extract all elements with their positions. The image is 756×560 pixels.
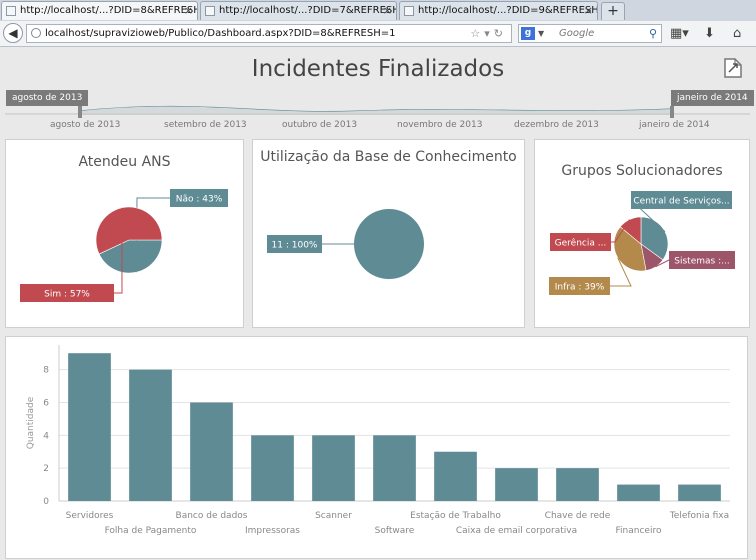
- download-icon[interactable]: ⬇: [704, 24, 715, 43]
- bar[interactable]: [373, 435, 416, 501]
- month-label: novembro de 2013: [397, 120, 483, 130]
- bar[interactable]: [190, 402, 233, 501]
- data-label: Central de Serviços...: [633, 197, 729, 207]
- panel-atendeu-ans: Atendeu ANS Não : 43% Sim : 57%: [5, 139, 244, 328]
- back-arrow-icon: ◀: [8, 26, 18, 40]
- bar[interactable]: [251, 435, 294, 501]
- bar[interactable]: [678, 484, 721, 501]
- bookmark-star-icon[interactable]: ☆: [470, 27, 484, 40]
- search-engine-dropdown-icon[interactable]: ▼: [538, 25, 544, 42]
- tab-label: http://localhost/...?DID=9&REFRESH=1: [418, 5, 598, 16]
- range-start-label[interactable]: agosto de 2013: [6, 90, 89, 106]
- reload-icon[interactable]: ↻: [494, 27, 507, 40]
- dashboard-page: Incidentes Finalizados agosto de 2013 ja…: [0, 47, 756, 560]
- x-tick-label: Financeiro: [616, 526, 662, 536]
- address-bar[interactable]: localhost/supravizioweb/Publico/Dashboar…: [26, 24, 512, 43]
- close-icon[interactable]: ×: [584, 2, 593, 20]
- month-label: outubro de 2013: [282, 120, 358, 130]
- bar[interactable]: [129, 369, 172, 501]
- x-tick-label: Folha de Pagamento: [105, 526, 197, 536]
- bar[interactable]: [495, 468, 538, 501]
- x-tick-label: Estação de Trabalho: [410, 511, 501, 521]
- month-label: janeiro de 2014: [639, 120, 710, 130]
- month-label: agosto de 2013: [50, 120, 121, 130]
- page-title: Incidentes Finalizados: [251, 56, 505, 82]
- bar[interactable]: [312, 435, 355, 501]
- dropdown-icon[interactable]: ▾: [484, 27, 494, 40]
- panel-bar-chart: 0 2 4 6 8 Quantidade Servidores Folha de Pagame…: [5, 336, 748, 559]
- x-tick-label: Chave de rede: [545, 511, 611, 521]
- browser-tab-1[interactable]: http://localhost/...?DID=8&REFRESH=1 ×: [1, 1, 198, 20]
- y-tick-label: 2: [43, 464, 49, 474]
- month-label: dezembro de 2013: [514, 120, 599, 130]
- bar[interactable]: [68, 353, 111, 501]
- y-axis-label: Quantidade: [26, 396, 36, 449]
- page-icon: [404, 6, 414, 16]
- pie-chart-base-conhecimento: 11 : 100%: [267, 209, 424, 280]
- y-tick-label: 6: [43, 398, 49, 408]
- x-tick-label: Telefonia fixa: [669, 511, 729, 521]
- data-label: Gerência ...: [555, 238, 607, 249]
- tab-label: http://localhost/...?DID=7&REFRESH=1: [219, 5, 397, 16]
- x-tick-label: Servidores: [66, 511, 114, 521]
- range-end-label[interactable]: janeiro de 2014: [671, 90, 754, 106]
- time-range-slider[interactable]: [0, 85, 756, 119]
- data-label: Sistemas :...: [674, 257, 729, 267]
- browser-tab-3[interactable]: http://localhost/...?DID=9&REFRESH=1 ×: [399, 1, 598, 20]
- search-bar[interactable]: g ▼ Google ⚲: [518, 24, 662, 43]
- month-label: setembro de 2013: [164, 120, 247, 130]
- y-tick-label: 4: [43, 431, 49, 441]
- url-actions: ☆▾↻: [470, 25, 507, 42]
- globe-icon: [31, 28, 41, 38]
- pie-chart-atendeu-ans: Não : 43% Sim : 57%: [20, 189, 228, 302]
- magnifier-icon[interactable]: ⚲: [649, 25, 657, 42]
- home-icon[interactable]: ⌂: [733, 24, 741, 43]
- close-icon[interactable]: ×: [184, 2, 193, 20]
- range-handle-start[interactable]: [78, 106, 82, 118]
- pie-slice[interactable]: [354, 209, 424, 279]
- export-icon[interactable]: [722, 56, 744, 80]
- x-tick-label: Banco de dados: [176, 511, 248, 521]
- pie-chart-grupos-solucionadores: Central de Serviços... Sistemas :... Infra…: [549, 191, 735, 295]
- bar[interactable]: [434, 451, 477, 501]
- url-text: localhost/supravizioweb/Publico/Dashboar…: [45, 28, 396, 39]
- x-tick-label: Caixa de email corporativa: [456, 526, 577, 536]
- panel-base-conhecimento: Utilização da Base de Conhecimento 11 : …: [252, 139, 525, 328]
- tab-label: http://localhost/...?DID=8&REFRESH=1: [20, 5, 198, 16]
- x-tick-label: Software: [375, 526, 415, 536]
- back-button[interactable]: ◀: [3, 23, 23, 43]
- close-icon[interactable]: ×: [383, 2, 392, 20]
- google-icon[interactable]: g: [521, 27, 535, 40]
- data-label: Não : 43%: [176, 195, 223, 205]
- x-tick-label: Impressoras: [245, 526, 300, 536]
- navigation-bar: ◀ localhost/supravizioweb/Publico/Dashbo…: [0, 21, 756, 47]
- tab-bar: http://localhost/...?DID=8&REFRESH=1 × h…: [0, 0, 756, 22]
- new-tab-button[interactable]: +: [601, 2, 625, 20]
- range-handle-end[interactable]: [670, 106, 674, 118]
- bookmarks-icon[interactable]: ▦▾: [670, 24, 689, 43]
- y-tick-label: 0: [43, 497, 49, 507]
- page-icon: [6, 6, 16, 16]
- bar[interactable]: [617, 484, 660, 501]
- search-placeholder: Google: [559, 28, 595, 39]
- browser-tab-2[interactable]: http://localhost/...?DID=7&REFRESH=1 ×: [200, 1, 397, 20]
- y-tick-label: 8: [43, 366, 49, 376]
- page-icon: [205, 6, 215, 16]
- panel-grupos-solucionadores: Grupos Solucionadores Central de Serviço…: [534, 139, 750, 328]
- data-label: Sim : 57%: [44, 290, 90, 300]
- bar-chart-quantidade: 0 2 4 6 8 Quantidade Servidores Folha de Pagame…: [26, 345, 730, 536]
- x-tick-label: Scanner: [315, 511, 352, 521]
- data-label: Infra : 39%: [555, 283, 605, 293]
- data-label: 11 : 100%: [272, 241, 318, 251]
- bar[interactable]: [556, 468, 599, 501]
